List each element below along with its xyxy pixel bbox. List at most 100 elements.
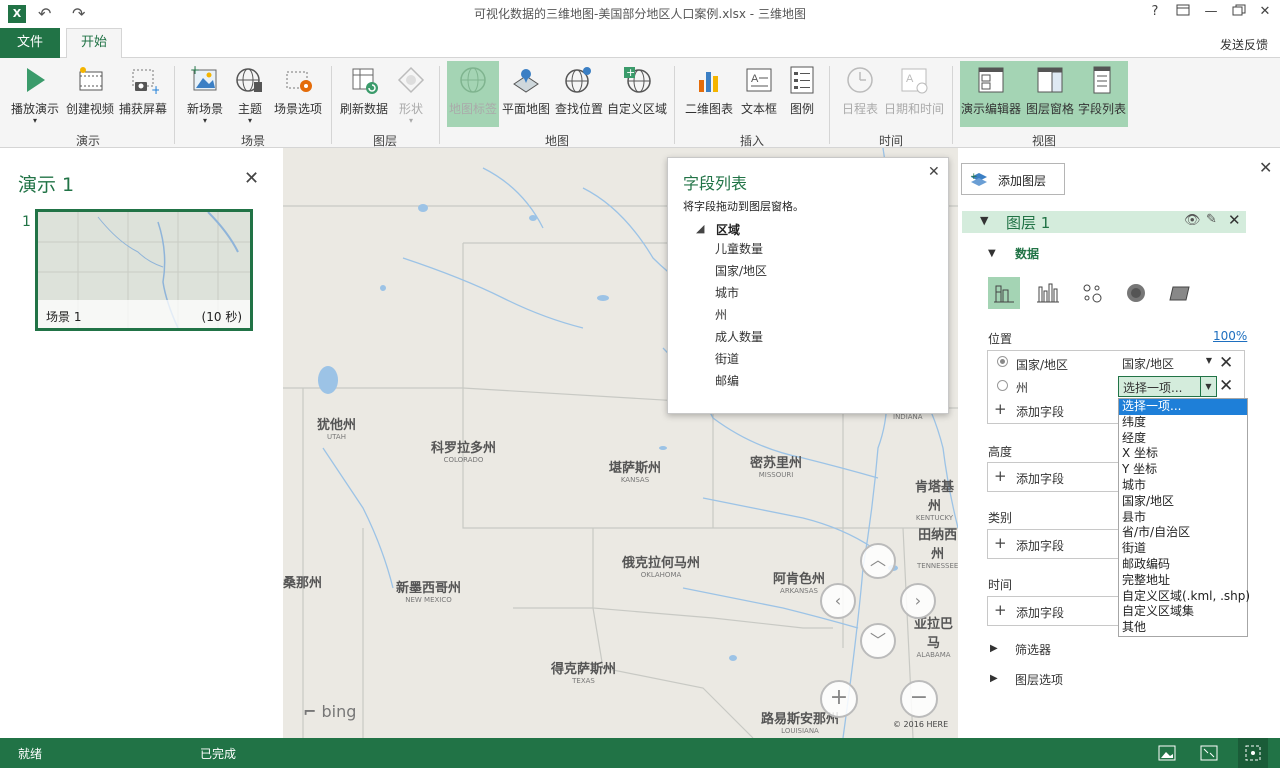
region-icon[interactable] — [1164, 277, 1196, 309]
map-view-icon[interactable] — [1158, 744, 1176, 762]
custom-regions-button[interactable]: + 自定义区域 — [607, 64, 667, 122]
create-video-button[interactable]: 创建视频 — [64, 64, 116, 122]
match-percent-link[interactable]: 100% — [1213, 329, 1247, 343]
scene-options-button[interactable]: 场景选项 — [272, 64, 324, 122]
play-tour-button[interactable]: 播放演示 ▾ — [8, 64, 62, 125]
dropdown-option[interactable]: 街道 — [1119, 541, 1247, 557]
add-icon: + — [994, 467, 1007, 485]
expand-triangle-icon[interactable]: ▶ — [990, 673, 998, 684]
rotate-right-icon[interactable]: › — [900, 583, 936, 619]
dropdown-option[interactable]: 经度 — [1119, 431, 1247, 447]
location-radio-selected[interactable] — [997, 356, 1008, 367]
field-list-button[interactable]: 字段列表 — [1076, 64, 1128, 122]
selection-mode-button[interactable] — [1238, 738, 1268, 768]
dropdown-option[interactable]: 自定义区域(.kml, .shp) — [1119, 589, 1250, 605]
dropdown-option[interactable]: X 坐标 — [1119, 446, 1247, 462]
location-type-select[interactable]: 国家/地区 ▼ — [1118, 353, 1216, 373]
layer-header[interactable]: ▼ 图层 1 👁 ✎ ✕ — [962, 211, 1246, 233]
height-label: 高度 — [988, 445, 1013, 459]
location-field-name: 国家/地区 — [1016, 358, 1069, 372]
close-icon[interactable]: ✕ — [928, 164, 940, 180]
tab-home[interactable]: 开始 — [66, 28, 122, 59]
refresh-data-button[interactable]: 刷新数据 — [338, 64, 390, 122]
field-item[interactable]: 州 — [715, 306, 915, 328]
field-item[interactable]: 城市 — [715, 284, 915, 306]
clustered-column-icon[interactable] — [1032, 277, 1064, 309]
dropdown-option[interactable]: 国家/地区 — [1119, 494, 1247, 510]
rotate-left-icon[interactable]: ‹ — [820, 583, 856, 619]
eye-icon[interactable]: 👁 — [1184, 213, 1201, 228]
themes-button[interactable]: 主题 ▾ — [230, 64, 270, 125]
close-button[interactable]: ✕ — [1254, 4, 1276, 24]
scene-thumbnail[interactable]: 场景 1 (10 秒) — [35, 209, 253, 331]
ribbon-display-icon[interactable] — [1172, 4, 1194, 24]
dropdown-option[interactable]: Y 坐标 — [1119, 462, 1247, 478]
zoom-in-icon[interactable]: + — [820, 680, 858, 718]
zoom-out-icon[interactable]: − — [900, 680, 938, 718]
tilt-down-icon[interactable]: ﹀ — [860, 623, 896, 659]
layer-pane-button[interactable]: 图层窗格 — [1024, 64, 1076, 122]
heatmap-icon[interactable] — [1120, 277, 1152, 309]
text-box-button[interactable]: A 文本框 — [737, 64, 781, 122]
close-icon[interactable]: ✕ — [244, 168, 259, 189]
timeline-button[interactable]: 日程表 — [838, 64, 882, 122]
2d-chart-button[interactable]: 二维图表 — [683, 64, 735, 122]
add-layer-icon: + — [970, 171, 988, 192]
add-location-field[interactable]: 添加字段 — [1016, 403, 1064, 420]
location-radio[interactable] — [997, 380, 1008, 391]
group-label-layer: 图层 — [372, 134, 397, 148]
date-time-button[interactable]: A 日期和时间 — [884, 64, 944, 122]
dropdown-option[interactable]: 选择一项... — [1119, 399, 1247, 415]
collapse-triangle-icon[interactable]: ◢ — [696, 222, 704, 235]
close-icon[interactable]: ✕ — [1259, 158, 1272, 177]
capture-screen-button[interactable]: + 捕获屏幕 — [117, 64, 169, 122]
remove-field-icon[interactable]: ✕ — [1219, 376, 1233, 396]
tilt-up-icon[interactable]: ︿ — [860, 543, 896, 579]
location-type-select-open[interactable]: 选择一项... ▼ — [1118, 376, 1217, 397]
stacked-column-icon[interactable] — [988, 277, 1020, 309]
pencil-icon[interactable]: ✎ — [1206, 212, 1217, 227]
field-item[interactable]: 街道 — [715, 350, 915, 372]
legend-button[interactable]: 图例 — [783, 64, 821, 122]
field-list-icon — [1086, 64, 1118, 96]
send-feedback-link[interactable]: 发送反馈 — [1220, 36, 1268, 53]
tour-editor-button[interactable]: 演示编辑器 — [960, 64, 1022, 122]
remove-field-icon[interactable]: ✕ — [1219, 353, 1233, 373]
dropdown-option[interactable]: 纬度 — [1119, 415, 1247, 431]
new-scene-button[interactable]: + 新场景 ▾ — [182, 63, 228, 125]
shapes-button[interactable]: 形状 ▾ — [392, 64, 430, 125]
delete-layer-icon[interactable]: ✕ — [1228, 211, 1241, 229]
dropdown-option[interactable]: 完整地址 — [1119, 573, 1247, 589]
add-layer-button[interactable]: + 添加图层 — [961, 163, 1065, 195]
field-item[interactable]: 儿童数量 — [715, 240, 915, 262]
minimize-button[interactable]: — — [1200, 4, 1222, 24]
restore-icon[interactable] — [1228, 4, 1250, 24]
collapse-triangle-icon[interactable]: ▼ — [980, 214, 988, 227]
state-label: 阿肯色州 ARKANSAS — [773, 572, 826, 595]
dropdown-option[interactable]: 省/市/自治区 — [1119, 525, 1247, 541]
dropdown-option[interactable]: 其他 — [1119, 620, 1247, 636]
dropdown-option[interactable]: 县市 — [1119, 510, 1247, 526]
layer-name[interactable]: 图层 1 — [1006, 212, 1050, 233]
legend-icon — [786, 64, 818, 96]
collapse-triangle-icon[interactable]: ▼ — [988, 248, 996, 259]
field-item[interactable]: 邮编 — [715, 372, 915, 394]
expand-triangle-icon[interactable]: ▶ — [990, 643, 998, 654]
dropdown-option[interactable]: 自定义区域集 — [1119, 604, 1247, 620]
add-icon: + — [994, 601, 1007, 619]
filters-section[interactable]: 筛选器 — [1015, 641, 1051, 658]
flat-map-button[interactable]: 平面地图 — [501, 64, 551, 122]
group-separator — [174, 66, 175, 144]
help-button[interactable]: ? — [1144, 4, 1166, 24]
field-item[interactable]: 成人数量 — [715, 328, 915, 350]
add-icon[interactable]: + — [994, 400, 1007, 418]
tab-file[interactable]: 文件 — [0, 28, 60, 58]
dropdown-option[interactable]: 城市 — [1119, 478, 1247, 494]
field-item[interactable]: 国家/地区 — [715, 262, 915, 284]
layer-options-section[interactable]: 图层选项 — [1015, 671, 1063, 688]
find-location-button[interactable]: 查找位置 — [553, 64, 605, 122]
full-screen-icon[interactable] — [1200, 744, 1218, 762]
dropdown-option[interactable]: 邮政编码 — [1119, 557, 1247, 573]
map-labels-button[interactable]: 地图标签 — [447, 61, 499, 127]
bubble-icon[interactable] — [1076, 277, 1108, 309]
